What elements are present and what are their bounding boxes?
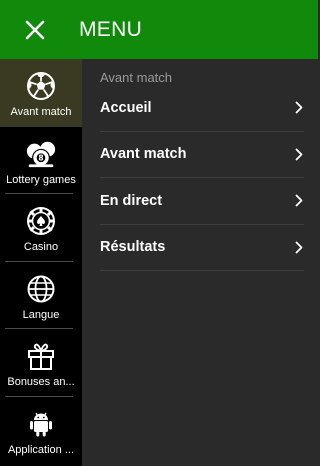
sidebar-item-label: Avant match: [10, 106, 72, 118]
globe-icon: [25, 273, 57, 305]
section-title: Avant match: [100, 70, 173, 85]
gift-icon: [25, 340, 57, 372]
sidebar-item-casino[interactable]: Casino: [0, 194, 82, 262]
menu-title: MENU: [79, 17, 143, 41]
sidebar-item-langue[interactable]: Langue: [0, 262, 82, 330]
chevron-right-icon: [294, 101, 304, 115]
top-bar: MENU: [0, 0, 318, 59]
chevron-right-icon: [294, 194, 304, 208]
menu-item-avant-match[interactable]: Avant match: [100, 132, 304, 178]
sidebar-item-label: Langue: [22, 308, 60, 321]
sidebar-item-application[interactable]: Application ...: [0, 397, 82, 465]
sidebar: Avant match 8 Lottery games Casino Langu…: [0, 59, 82, 466]
chevron-right-icon: [294, 147, 304, 161]
menu-item-en-direct[interactable]: En direct: [100, 178, 304, 225]
sidebar-item-lottery-games[interactable]: 8 Lottery games: [0, 127, 82, 195]
menu-item-label: En direct: [100, 192, 163, 209]
sidebar-item-bonuses[interactable]: Bonuses an...: [0, 329, 82, 397]
menu-item-resultats[interactable]: Résultats: [100, 225, 304, 271]
submenu-list: Accueil Avant match En direct Résultats: [100, 85, 304, 271]
soccer-ball-icon: [25, 70, 57, 102]
svg-text:8: 8: [38, 153, 43, 162]
menu-item-label: Avant match: [100, 146, 187, 163]
sidebar-item-label: Casino: [23, 241, 59, 253]
menu-item-label: Résultats: [100, 239, 166, 256]
sidebar-item-avant-match[interactable]: Avant match: [0, 59, 82, 127]
sidebar-item-label: Lottery games: [6, 173, 76, 186]
close-menu-button[interactable]: [0, 0, 70, 59]
close-icon: [25, 20, 45, 39]
menu-item-accueil[interactable]: Accueil: [100, 85, 304, 132]
casino-chip-icon: [25, 205, 57, 237]
lottery-balls-icon: 8: [25, 138, 57, 170]
app-window: MENU Avant match 8 Lottery games Casino …: [0, 0, 318, 466]
android-icon: [25, 408, 57, 440]
sidebar-item-label: Application ...: [7, 443, 75, 456]
submenu-panel: Avant match Accueil Avant match En direc…: [82, 59, 318, 466]
menu-item-label: Accueil: [100, 99, 152, 116]
sidebar-item-label: Bonuses an...: [7, 376, 75, 388]
chevron-right-icon: [294, 240, 304, 254]
